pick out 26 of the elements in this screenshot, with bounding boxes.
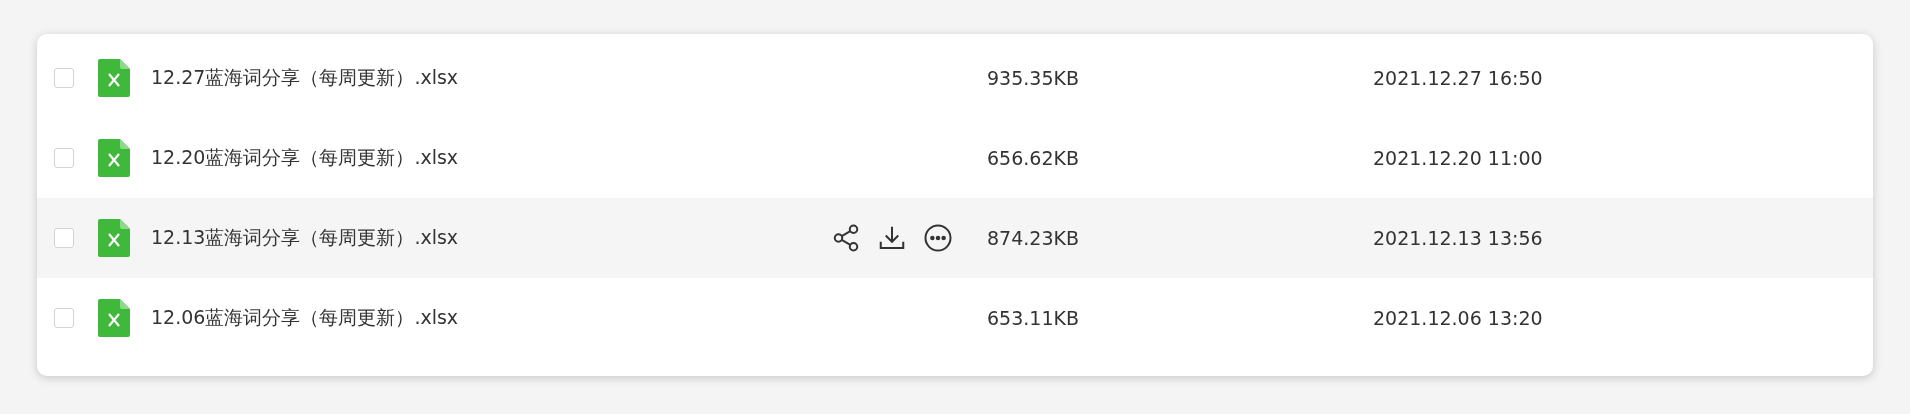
- checkbox[interactable]: [54, 148, 74, 168]
- file-name: 12.06蓝海词分享（每周更新）.xlsx: [151, 305, 460, 330]
- file-size: 656.62KB: [987, 147, 1080, 169]
- modified-date: 2021.12.20 11:00: [1373, 147, 1543, 169]
- file-row[interactable]: 12.27蓝海词分享（每周更新）.xlsx 935.35KB 2021.12.27 16:50: [37, 38, 1873, 118]
- more-icon[interactable]: [923, 223, 953, 253]
- spreadsheet-file-icon: [98, 299, 130, 337]
- file-row[interactable]: 12.13蓝海词分享（每周更新）.xlsx 874.23KB 2021.12.13 13:56: [37, 198, 1873, 278]
- modified-date: 2021.12.27 16:50: [1373, 67, 1543, 89]
- file-size: 874.23KB: [987, 227, 1080, 249]
- checkbox[interactable]: [54, 308, 74, 328]
- file-name: 12.13蓝海词分享（每周更新）.xlsx: [151, 225, 460, 250]
- modified-date: 2021.12.06 13:20: [1373, 307, 1543, 329]
- file-name: 12.27蓝海词分享（每周更新）.xlsx: [151, 65, 460, 90]
- spreadsheet-file-icon: [98, 139, 130, 177]
- checkbox[interactable]: [54, 68, 74, 88]
- file-size: 935.35KB: [987, 67, 1080, 89]
- file-row[interactable]: 12.06蓝海词分享（每周更新）.xlsx 653.11KB 2021.12.06 13:20: [37, 278, 1873, 358]
- share-icon[interactable]: [831, 223, 861, 253]
- file-size: 653.11KB: [987, 307, 1080, 329]
- spreadsheet-file-icon: [98, 219, 130, 257]
- file-row[interactable]: 12.20蓝海词分享（每周更新）.xlsx 656.62KB 2021.12.20 11:00: [37, 118, 1873, 198]
- file-name: 12.20蓝海词分享（每周更新）.xlsx: [151, 145, 460, 170]
- checkbox[interactable]: [54, 228, 74, 248]
- spreadsheet-file-icon: [98, 59, 130, 97]
- modified-date: 2021.12.13 13:56: [1373, 227, 1543, 249]
